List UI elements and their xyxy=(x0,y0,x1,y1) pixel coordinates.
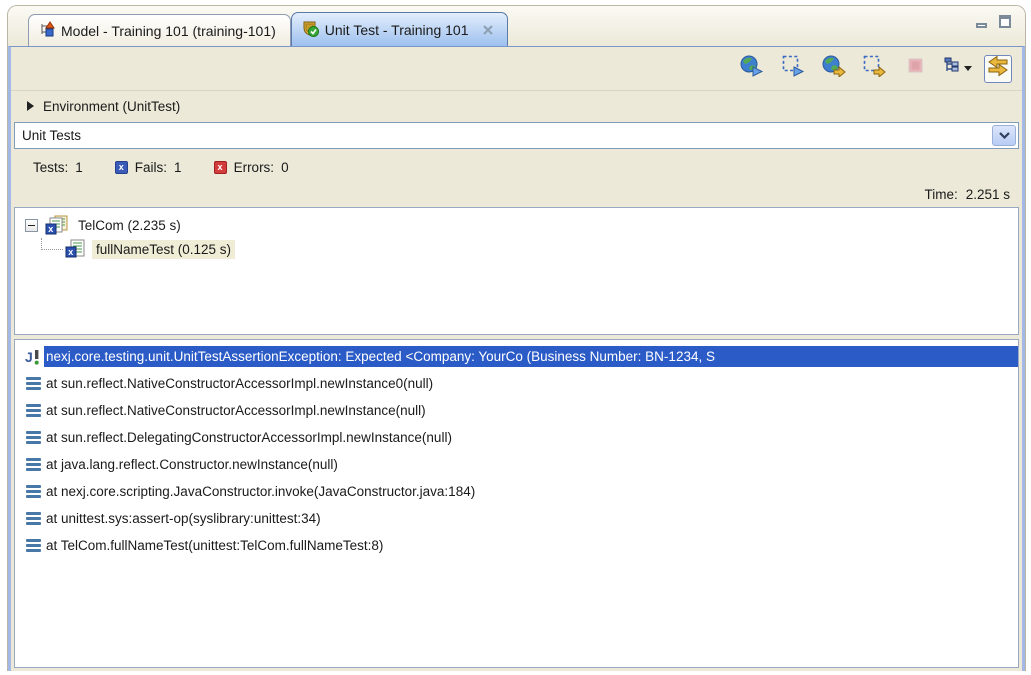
errors-badge-icon: x xyxy=(214,161,227,174)
trace-text: at unittest.sys:assert-op(syslibrary:uni… xyxy=(44,508,323,529)
tab-model[interactable]: Model - Training 101 (training-101) xyxy=(28,14,291,46)
debug-environment-button[interactable] xyxy=(820,55,848,83)
stack-frame-icon xyxy=(22,539,44,552)
trace-row[interactable]: at unittest.sys:assert-op(syslibrary:uni… xyxy=(15,505,1018,532)
tab-label: Model - Training 101 (training-101) xyxy=(61,23,276,39)
errors-count: 0 xyxy=(281,160,289,175)
trace-text: at nexj.core.scripting.JavaConstructor.i… xyxy=(44,481,477,502)
globe-run-icon xyxy=(740,55,764,82)
fails-label: Fails: xyxy=(135,160,167,175)
unit-test-view: Model - Training 101 (training-101) Unit… xyxy=(7,5,1026,671)
run-environment-button[interactable] xyxy=(738,55,766,83)
screen: Model - Training 101 (training-101) Unit… xyxy=(0,0,1031,675)
swap-arrows-icon xyxy=(987,55,1009,82)
globe-debug-icon xyxy=(822,55,846,82)
stack-frame-icon xyxy=(22,431,44,444)
stack-frame-icon xyxy=(22,404,44,417)
summary-bar: Tests: 1 x Fails: 1 x Errors: 0 xyxy=(11,152,1022,182)
environment-section-header[interactable]: Environment (UnitTest) xyxy=(11,91,1022,121)
trace-row[interactable]: at TelCom.fullNameTest(unittest:TelCom.f… xyxy=(15,532,1018,559)
trace-text: at sun.reflect.DelegatingConstructorAcce… xyxy=(44,427,454,448)
fails-count: 1 xyxy=(174,160,182,175)
toolbar xyxy=(11,47,1022,91)
trace-text: nexj.core.testing.unit.UnitTestAssertion… xyxy=(44,346,1018,367)
tree-connector xyxy=(41,238,63,250)
java-exception-icon: J xyxy=(22,348,44,366)
tree-row-telcom[interactable]: x TelCom (2.235 s) xyxy=(15,213,1018,237)
tree-collapse-icon[interactable] xyxy=(25,219,38,232)
trace-row[interactable]: at sun.reflect.NativeConstructorAccessor… xyxy=(15,397,1018,424)
stop-square-icon xyxy=(908,58,924,79)
maximize-view-icon[interactable] xyxy=(997,14,1013,28)
unit-test-shield-icon xyxy=(302,20,319,40)
time-value: 2.251 s xyxy=(966,187,1010,202)
tests-label: Tests: xyxy=(33,160,68,175)
close-tab-icon[interactable] xyxy=(483,25,493,35)
dashed-box-debug-icon xyxy=(863,55,887,82)
model-icon xyxy=(39,21,55,40)
stack-frame-icon xyxy=(22,377,44,390)
stack-trace-list: J nexj.core.testing.unit.UnitTestAsserti… xyxy=(14,339,1019,668)
svg-text:x: x xyxy=(68,247,73,257)
test-case-icon: x xyxy=(65,239,87,259)
chevron-down-icon xyxy=(964,66,972,71)
tab-unit-test[interactable]: Unit Test - Training 101 xyxy=(291,12,508,46)
debug-selected-button[interactable] xyxy=(861,55,889,83)
test-suite-icon: x xyxy=(45,215,69,235)
link-with-editor-button[interactable] xyxy=(984,55,1012,83)
tests-count: 1 xyxy=(75,160,83,175)
environment-label: Environment (UnitTest) xyxy=(43,99,180,114)
trace-text: at sun.reflect.NativeConstructorAccessor… xyxy=(44,373,435,394)
stack-frame-icon xyxy=(22,458,44,471)
trace-row[interactable]: at sun.reflect.DelegatingConstructorAcce… xyxy=(15,424,1018,451)
tab-bar: Model - Training 101 (training-101) Unit… xyxy=(8,6,1025,46)
hierarchy-icon xyxy=(943,57,961,80)
svg-text:J: J xyxy=(25,349,33,365)
time-label: Time: xyxy=(924,187,957,202)
tree-row-fullnametest[interactable]: x fullNameTest (0.125 s) xyxy=(15,237,1018,261)
expander-collapsed-icon xyxy=(27,101,34,111)
trace-row[interactable]: at nexj.core.scripting.JavaConstructor.i… xyxy=(15,478,1018,505)
stack-frame-icon xyxy=(22,485,44,498)
fails-badge-icon: x xyxy=(115,161,128,174)
trace-row[interactable]: at java.lang.reflect.Constructor.newInst… xyxy=(15,451,1018,478)
tree-item-label: fullNameTest (0.125 s) xyxy=(92,240,235,259)
time-bar: Time: 2.251 s xyxy=(11,182,1022,207)
run-selected-button[interactable] xyxy=(779,55,807,83)
tree-item-label: TelCom (2.235 s) xyxy=(74,216,185,235)
errors-label: Errors: xyxy=(234,160,275,175)
trace-row-exception[interactable]: J nexj.core.testing.unit.UnitTestAsserti… xyxy=(15,343,1018,370)
minimize-view-icon[interactable] xyxy=(973,14,989,28)
stack-frame-icon xyxy=(22,512,44,525)
dashed-box-run-icon xyxy=(782,55,805,82)
trace-text: at TelCom.fullNameTest(unittest:TelCom.f… xyxy=(44,535,385,556)
view-content: Environment (UnitTest) Unit Tests Tests:… xyxy=(8,46,1025,671)
test-selector-dropdown[interactable]: Unit Tests xyxy=(14,122,1019,149)
trace-row[interactable]: at sun.reflect.NativeConstructorAccessor… xyxy=(15,370,1018,397)
trace-text: at java.lang.reflect.Constructor.newInst… xyxy=(44,454,340,475)
test-selector-value: Unit Tests xyxy=(22,128,81,143)
tab-label: Unit Test - Training 101 xyxy=(325,22,469,38)
view-hierarchy-menu-button[interactable] xyxy=(943,55,971,83)
combo-chevron-icon[interactable] xyxy=(992,125,1016,146)
test-tree: x TelCom (2.235 s) x xyxy=(14,207,1019,335)
svg-text:x: x xyxy=(48,224,53,234)
view-window-controls xyxy=(973,14,1013,28)
stop-button xyxy=(902,55,930,83)
trace-text: at sun.reflect.NativeConstructorAccessor… xyxy=(44,400,428,421)
